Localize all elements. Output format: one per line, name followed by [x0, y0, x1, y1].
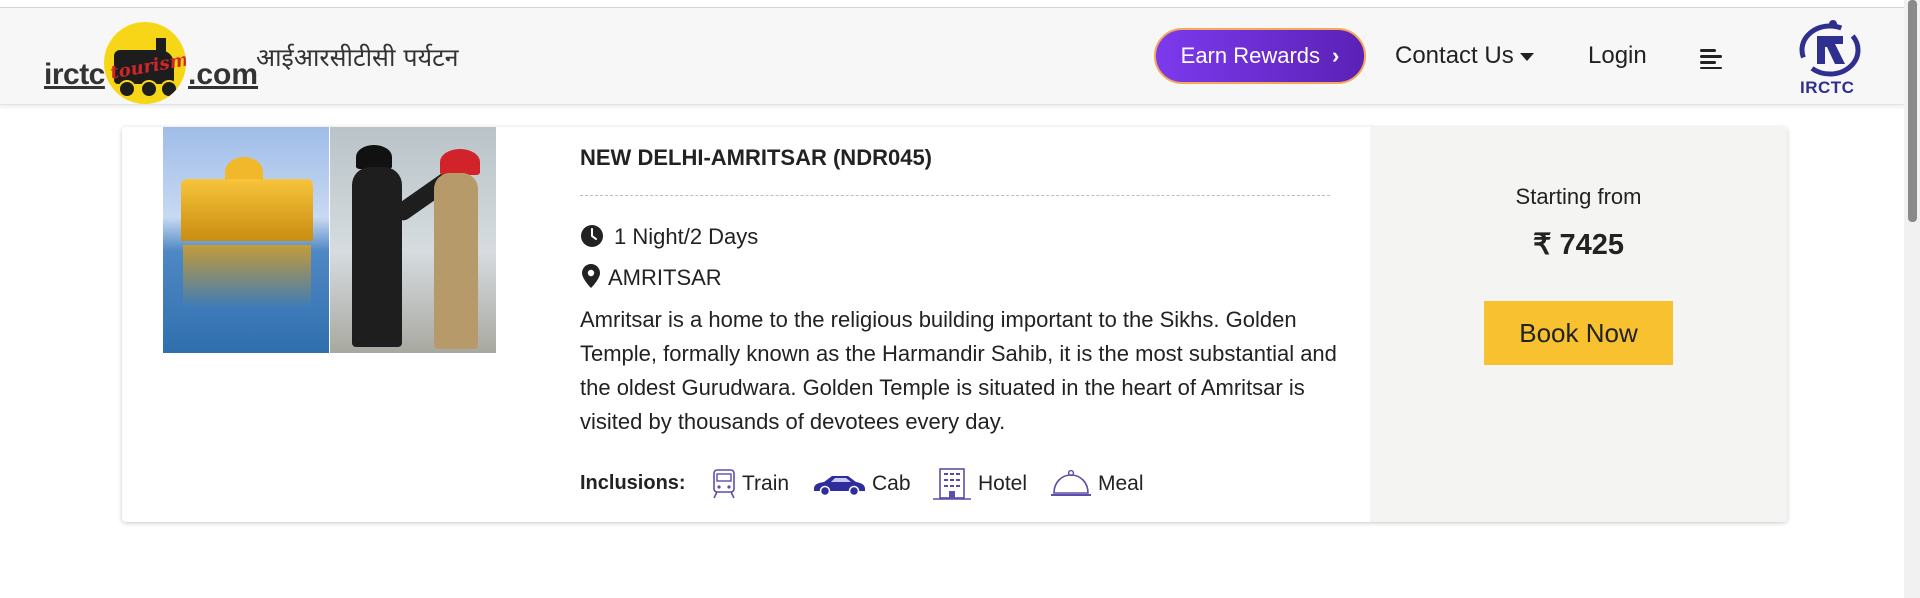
top-border: [0, 0, 1920, 8]
starting-from-label: Starting from: [1515, 184, 1642, 209]
train-icon: [713, 469, 735, 499]
package-price: ₹ 7425: [1532, 229, 1625, 261]
price-panel: Starting from ₹ 7425 Book Now: [1370, 127, 1787, 522]
logo-train-emblem: tourism: [104, 22, 186, 104]
clock-icon: [581, 225, 603, 247]
logo-text-irctc: irctc: [44, 58, 105, 91]
package-title[interactable]: NEW DELHI-AMRITSAR (NDR045): [580, 145, 932, 171]
irctc-emblem-icon: [1799, 20, 1861, 77]
inclusion-train: Train: [712, 467, 789, 501]
inclusions-label: Inclusions:: [580, 472, 686, 494]
menu-icon[interactable]: [1700, 46, 1722, 69]
contact-us-label: Contact Us: [1395, 42, 1514, 69]
package-card: NEW DELHI-AMRITSAR (NDR045) 1 Night/2 Da…: [122, 127, 1787, 522]
golden-temple-image[interactable]: [163, 127, 329, 353]
inclusion-meal-label: Meal: [1098, 472, 1144, 495]
map-pin-icon: [582, 264, 600, 288]
logo-text-com: .com: [188, 58, 259, 91]
irctc-tourism-logo[interactable]: irctc tourism .com आईआरसीटीसी पर्यटन: [40, 14, 459, 104]
earn-rewards-label: Earn Rewards: [1180, 43, 1321, 68]
package-location: AMRITSAR: [608, 265, 722, 290]
car-icon: [814, 476, 865, 496]
logo-hindi-text: आईआरसीटीसी पर्यटन: [256, 43, 459, 72]
inclusion-cab: Cab: [812, 467, 911, 501]
earn-rewards-button[interactable]: Earn Rewards ›: [1154, 28, 1366, 84]
book-now-button[interactable]: Book Now: [1484, 301, 1673, 365]
inclusion-hotel-label: Hotel: [978, 472, 1028, 495]
caret-down-icon: [1519, 52, 1534, 61]
site-header: irctc tourism .com आईआरसीटीसी पर्यटन Ear…: [0, 8, 1904, 105]
inclusion-cab-label: Cab: [872, 472, 911, 495]
title-divider: [580, 195, 1330, 196]
inclusion-hotel: Hotel: [932, 467, 1027, 501]
scrollbar-thumb[interactable]: [1908, 0, 1917, 222]
vertical-scrollbar[interactable]: [1904, 0, 1920, 598]
inclusion-train-label: Train: [742, 472, 790, 495]
irctc-logo[interactable]: IRCTC: [1790, 14, 1870, 98]
meal-icon: [1051, 469, 1091, 496]
hotel-icon: [933, 468, 971, 500]
inclusion-meal: Meal: [1050, 467, 1144, 501]
irctc-logo-text: IRCTC: [1800, 78, 1855, 97]
contact-us-dropdown[interactable]: Contact Us: [1395, 42, 1534, 70]
chevron-right-icon: ›: [1332, 43, 1340, 68]
package-duration: 1 Night/2 Days: [614, 224, 759, 249]
login-link[interactable]: Login: [1588, 42, 1647, 70]
wagah-border-image[interactable]: [330, 127, 496, 353]
package-description: Amritsar is a home to the religious buil…: [580, 307, 1337, 434]
